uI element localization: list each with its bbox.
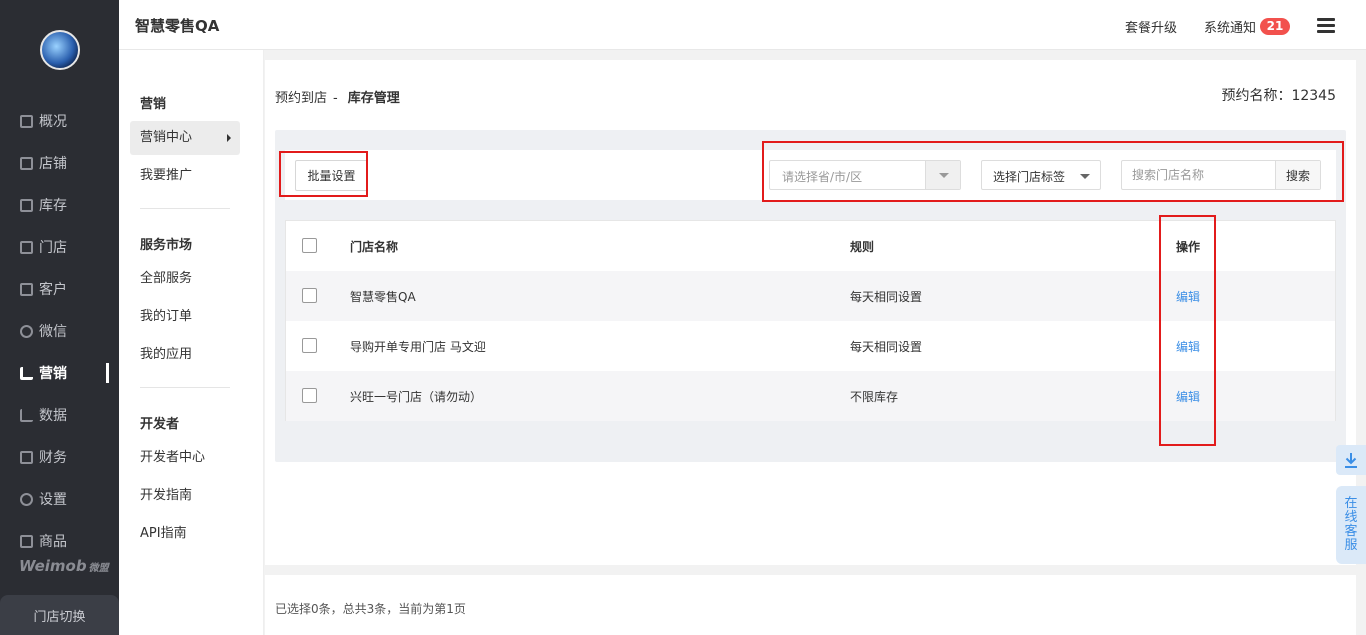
- nav-label: 数据: [39, 408, 67, 424]
- inventory-icon: [20, 198, 33, 212]
- nav-label: 设置: [39, 492, 67, 508]
- store-switch-button[interactable]: 门店切换: [0, 595, 119, 635]
- nav-label: 店铺: [39, 156, 67, 172]
- nav-item-inventory[interactable]: 库存: [0, 184, 119, 226]
- nav-item-shop[interactable]: 店铺: [0, 142, 119, 184]
- divider: [140, 208, 230, 209]
- breadcrumb-parent[interactable]: 预约到店: [275, 91, 327, 106]
- store-name-cell: 智慧零售QA: [350, 290, 416, 304]
- selection-summary: 已选择0条，总共3条，当前为第1页: [275, 602, 466, 616]
- nav-label: 概况: [39, 114, 67, 130]
- pagination-bar: 已选择0条，总共3条，当前为第1页: [265, 575, 1356, 635]
- column-header-store-name: 门店名称: [350, 240, 399, 254]
- main-sidebar: 概况 店铺 库存 门店 客户 微信 营销 数据 财务 设置 商品 Weimob: [0, 0, 119, 635]
- appointment-name: 预约名称：12345: [1221, 85, 1336, 105]
- notice-count-badge: 21: [1260, 18, 1291, 35]
- menu-icon[interactable]: [1317, 18, 1335, 33]
- nav-item-marketing[interactable]: 营销: [0, 352, 119, 394]
- customer-icon: [20, 282, 33, 296]
- row-checkbox[interactable]: [302, 288, 317, 303]
- shop-icon: [20, 156, 33, 170]
- nav-label: 商品: [39, 534, 67, 550]
- line-chart-icon: [20, 408, 33, 422]
- submenu-group-title: 营销: [140, 97, 167, 112]
- submenu-item-promote[interactable]: 我要推广: [130, 159, 240, 193]
- upgrade-link[interactable]: 套餐升级: [1125, 17, 1177, 36]
- gear-icon: [20, 492, 33, 506]
- divider: [140, 387, 230, 388]
- submenu-group-title: 服务市场: [140, 238, 193, 253]
- nav-item-goods[interactable]: 商品: [0, 520, 119, 562]
- rule-cell: 每天相同设置: [850, 340, 923, 354]
- notice-label: 系统通知: [1204, 21, 1257, 36]
- submenu-item-developer-center[interactable]: 开发者中心: [130, 441, 240, 475]
- submenu-item-api-guide[interactable]: API指南: [130, 517, 240, 551]
- store-name-cell: 导购开单专用门店 马文迎: [350, 340, 486, 354]
- appointment-value: 12345: [1291, 88, 1336, 104]
- secondary-menu: 营销 营销中心 我要推广 服务市场 全部服务 我的订单 我的应用 开发者 开发者…: [119, 50, 264, 635]
- nav-label: 营销: [39, 366, 67, 382]
- avatar[interactable]: [40, 30, 80, 70]
- overview-icon: [20, 114, 33, 128]
- submenu-item-my-orders[interactable]: 我的订单: [130, 300, 240, 334]
- breadcrumb-current: 库存管理: [347, 91, 400, 106]
- download-button[interactable]: [1336, 445, 1366, 475]
- column-header-rule: 规则: [850, 240, 875, 254]
- breadcrumb-separator: -: [333, 91, 338, 106]
- top-header: 智慧零售QA 套餐升级 系统通知 21: [119, 0, 1366, 50]
- row-checkbox[interactable]: [302, 388, 317, 403]
- select-all-checkbox[interactable]: [302, 238, 317, 253]
- nav-item-settings[interactable]: 设置: [0, 478, 119, 520]
- nav-item-finance[interactable]: 财务: [0, 436, 119, 478]
- wechat-icon: [20, 324, 33, 338]
- brand-logo: Weimob 微盟: [19, 557, 109, 575]
- finance-icon: [20, 450, 33, 464]
- submenu-item-all-services[interactable]: 全部服务: [130, 262, 240, 296]
- rule-cell: 不限库存: [850, 390, 899, 404]
- system-notice-link[interactable]: 系统通知 21: [1204, 17, 1291, 36]
- store-icon: [20, 240, 33, 254]
- nav-item-customer[interactable]: 客户: [0, 268, 119, 310]
- nav-label: 库存: [39, 198, 67, 214]
- nav-label: 客户: [39, 282, 67, 298]
- breadcrumb: 预约到店 - 库存管理: [275, 87, 400, 106]
- goods-icon: [20, 534, 33, 548]
- nav-item-wechat[interactable]: 微信: [0, 310, 119, 352]
- nav-label: 门店: [39, 240, 67, 256]
- annotation-box-actions: [1159, 215, 1216, 446]
- nav-item-data[interactable]: 数据: [0, 394, 119, 436]
- row-checkbox[interactable]: [302, 338, 317, 353]
- download-icon: [1345, 453, 1357, 468]
- annotation-box-filters: [762, 141, 1344, 202]
- appointment-label: 预约名称：: [1221, 88, 1292, 104]
- app-title: 智慧零售QA: [135, 17, 220, 35]
- rule-cell: 每天相同设置: [850, 290, 923, 304]
- nav-item-store[interactable]: 门店: [0, 226, 119, 268]
- nav-label: 微信: [39, 324, 67, 340]
- submenu-item-marketing-center[interactable]: 营销中心: [130, 121, 240, 155]
- submenu-group-title: 开发者: [140, 417, 180, 432]
- nav-label: 财务: [39, 450, 67, 466]
- nav-item-overview[interactable]: 概况: [0, 100, 119, 142]
- annotation-box-batch: [279, 151, 368, 197]
- submenu-item-my-apps[interactable]: 我的应用: [130, 338, 240, 372]
- bar-chart-icon: [20, 366, 33, 380]
- online-service-button[interactable]: 在 线 客 服: [1336, 486, 1366, 564]
- store-name-cell: 兴旺一号门店（请勿动）: [350, 390, 483, 404]
- submenu-item-dev-guide[interactable]: 开发指南: [130, 479, 240, 513]
